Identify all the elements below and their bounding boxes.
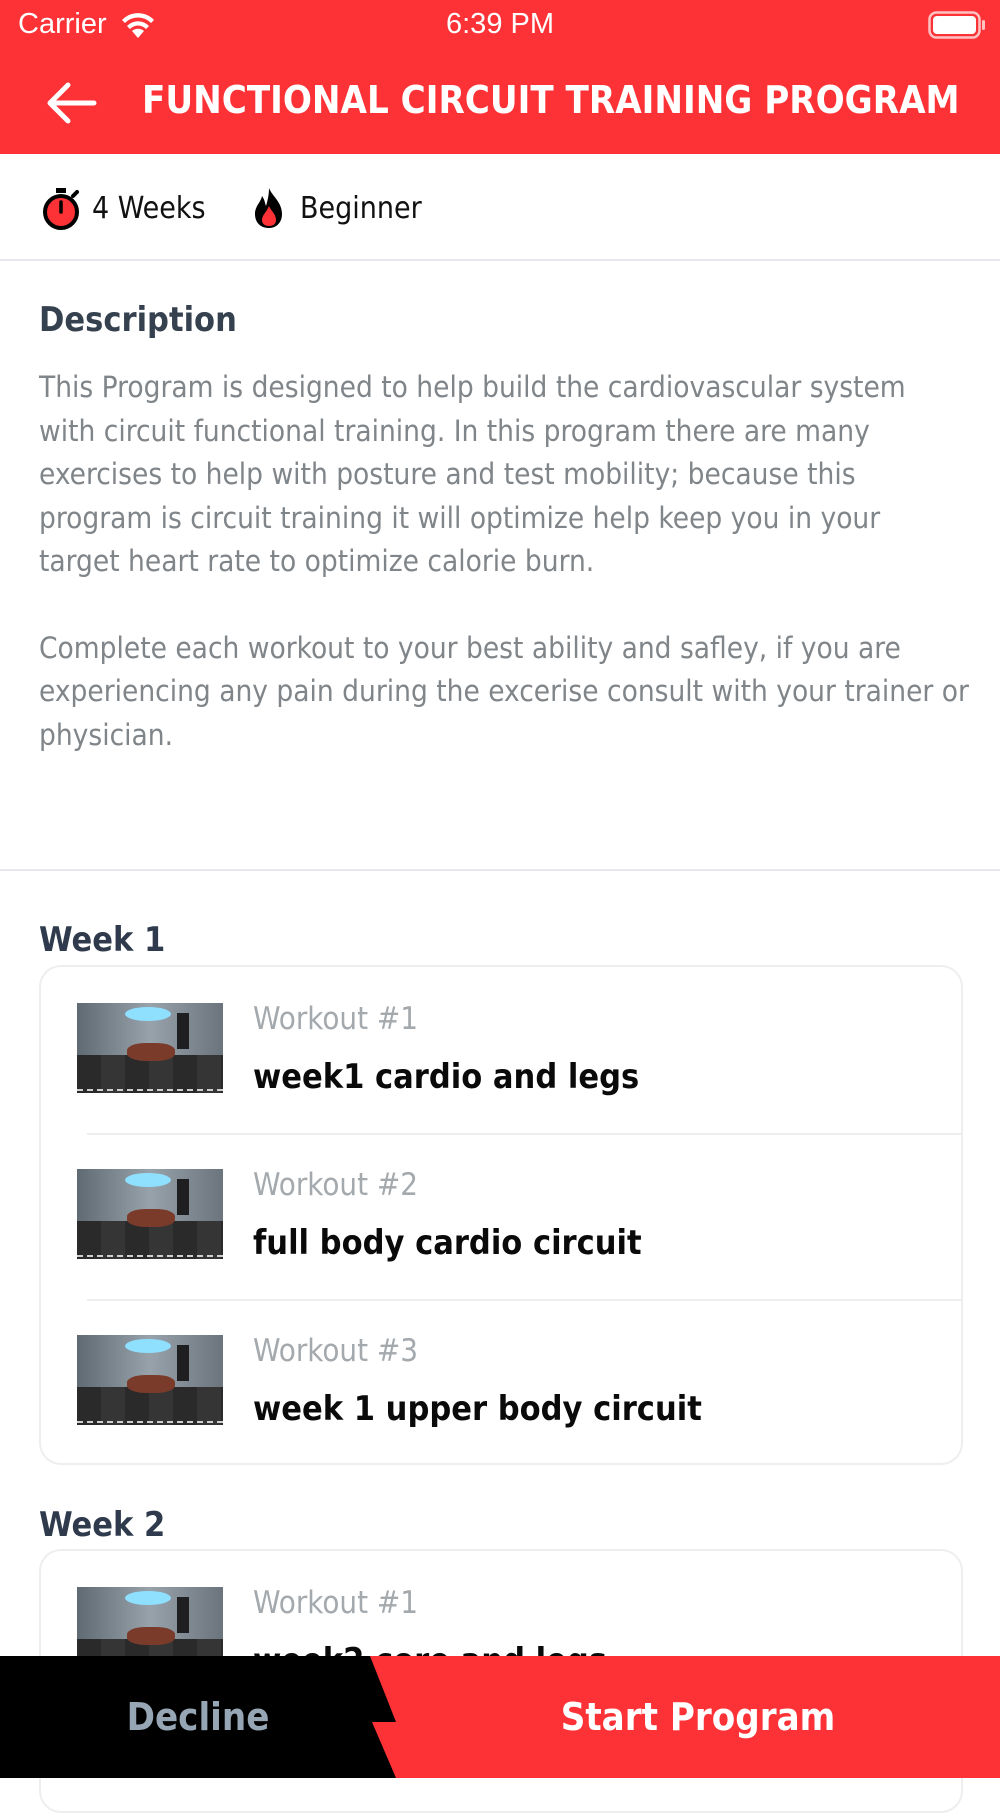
workout-row[interactable]: Workout #1 week1 cardio and legs — [41, 967, 961, 1133]
description-paragraph: Complete each workout to your best abili… — [39, 630, 969, 752]
flame-icon — [255, 188, 282, 228]
week-1-label: Week 1 — [39, 920, 166, 960]
workout-row[interactable]: Workout #2 full body cardio circuit — [41, 1133, 961, 1299]
workout-number: Workout #1 — [253, 1001, 418, 1037]
workout-name: week 1 upper body circuit — [253, 1389, 702, 1429]
workout-number: Workout #1 — [253, 1585, 418, 1621]
stopwatch-icon — [43, 188, 79, 230]
navigation-bar: FUNCTIONAL CIRCUIT TRAINING PROGRAM — [0, 52, 1000, 154]
workout-number: Workout #3 — [253, 1333, 418, 1369]
duration-meta: 4 Weeks — [40, 186, 206, 230]
description-paragraph: This Program is designed to help build t… — [39, 370, 906, 578]
description-heading: Description — [39, 300, 237, 340]
back-arrow-icon[interactable] — [40, 76, 104, 130]
battery-icon — [928, 11, 985, 39]
workout-name: week1 cardio and legs — [253, 1057, 640, 1097]
week-1-card: Workout #1 week1 cardio and legs Workout… — [39, 965, 963, 1465]
week-2-label: Week 2 — [39, 1505, 166, 1545]
clock: 6:39 PM — [446, 8, 554, 40]
status-bar: Carrier 6:39 PM — [0, 0, 1000, 52]
decline-label: Decline — [126, 1695, 270, 1739]
workout-name: full body cardio circuit — [253, 1223, 642, 1263]
workout-number: Workout #2 — [253, 1167, 418, 1203]
level-meta: Beginner — [248, 186, 422, 230]
bottom-action-bar: Decline Start Program — [0, 1656, 1000, 1778]
level-label: Beginner — [300, 190, 422, 226]
workout-thumbnail — [77, 1169, 223, 1259]
program-meta: 4 Weeks Beginner — [0, 154, 1000, 261]
duration-label: 4 Weeks — [92, 190, 206, 226]
workout-thumbnail — [77, 1335, 223, 1425]
section-divider — [0, 869, 1000, 871]
page-title: FUNCTIONAL CIRCUIT TRAINING PROGRAM — [142, 78, 960, 122]
start-program-label: Start Program — [560, 1695, 836, 1739]
description-section: Description This Program is designed to … — [39, 300, 969, 757]
workout-row[interactable]: Workout #3 week 1 upper body circuit — [41, 1299, 961, 1463]
workout-thumbnail — [77, 1003, 223, 1093]
